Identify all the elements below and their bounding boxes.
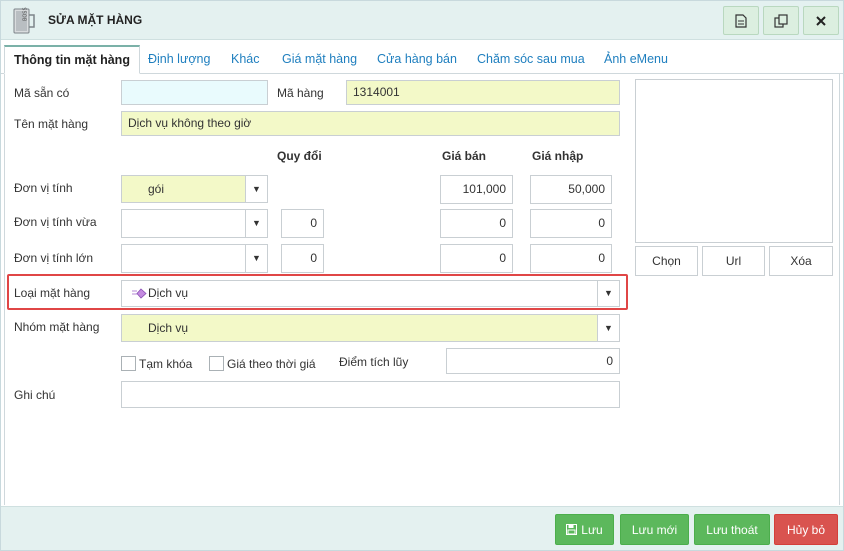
document-icon: [735, 13, 747, 28]
image-url-button[interactable]: Url: [702, 246, 765, 276]
ten-mat-hang-input[interactable]: Dịch vụ không theo giờ: [121, 111, 620, 136]
dialog-title: SỬA MẶT HÀNG: [48, 13, 143, 27]
don-vi-tinh-lon-gia-ban-input[interactable]: 0: [440, 244, 513, 273]
chevron-down-icon[interactable]: ▼: [245, 245, 267, 272]
ma-san-co-input[interactable]: [121, 80, 268, 105]
choose-image-button[interactable]: Chọn: [635, 246, 698, 276]
tab-gia-mat-hang[interactable]: Giá mặt hàng: [282, 45, 357, 74]
gia-ban-header: Giá bán: [442, 149, 487, 163]
nhom-mat-hang-value: Dịch vụ: [148, 321, 189, 335]
don-vi-tinh-vua-gia-ban-input[interactable]: 0: [440, 209, 513, 238]
tam-khoa-label: Tạm khóa: [139, 357, 193, 371]
save-button-label: Lưu: [581, 522, 603, 537]
svg-text:BOSS: BOSS: [23, 7, 29, 21]
chevron-down-icon[interactable]: ▼: [597, 315, 619, 341]
ma-hang-input[interactable]: 1314001: [346, 80, 620, 105]
tab-khac[interactable]: Khác: [231, 45, 260, 74]
product-box-icon: BOSS: [13, 7, 35, 34]
cancel-button[interactable]: Hủy bỏ: [774, 514, 838, 545]
ma-hang-label: Mã hàng: [277, 86, 324, 100]
don-vi-tinh-gia-nhap-input[interactable]: 50,000: [530, 175, 612, 204]
don-vi-tinh-lon-label: Đơn vị tính lớn: [14, 251, 94, 265]
diem-tich-luy-input[interactable]: 0: [446, 348, 620, 374]
don-vi-tinh-vua-quy-doi-input[interactable]: 0: [281, 209, 324, 238]
don-vi-tinh-vua-gia-nhap-input[interactable]: 0: [530, 209, 612, 238]
diem-tich-luy-label: Điểm tích lũy: [339, 355, 409, 369]
tab-bar: Thông tin mặt hàng Định lượng Khác Giá m…: [1, 45, 843, 74]
ghi-chu-label: Ghi chú: [14, 388, 56, 402]
gia-theo-thoi-gia-checkbox[interactable]: [209, 356, 224, 371]
tab-cua-hang-ban[interactable]: Cửa hàng bán: [377, 45, 457, 74]
close-icon: [816, 15, 826, 26]
don-vi-tinh-lon-gia-nhap-input[interactable]: 0: [530, 244, 612, 273]
nhom-mat-hang-label: Nhóm mặt hàng: [14, 320, 100, 334]
gia-nhap-header: Giá nhập: [532, 149, 584, 163]
save-exit-button[interactable]: Lưu thoát: [694, 514, 770, 545]
quy-doi-header: Quy đổi: [277, 149, 322, 163]
service-tag-icon: [132, 288, 147, 299]
gia-theo-thoi-gia-label: Giá theo thời giá: [227, 357, 316, 371]
tab-anh-emenu[interactable]: Ảnh eMenu: [604, 45, 668, 74]
chevron-down-icon[interactable]: ▼: [597, 281, 619, 306]
ghi-chu-input[interactable]: [121, 381, 620, 408]
don-vi-tinh-vua-select[interactable]: ▼: [121, 209, 268, 238]
copy-icon: [774, 13, 788, 28]
nhom-mat-hang-select[interactable]: Dịch vụ ▼: [121, 314, 620, 342]
ten-mat-hang-label: Tên mặt hàng: [14, 117, 89, 131]
save-new-button[interactable]: Lưu mới: [620, 514, 689, 545]
edit-item-dialog: BOSS SỬA MẶT HÀNG Thông tin mặt hàng Địn…: [0, 0, 844, 551]
loai-mat-hang-value: Dịch vụ: [148, 286, 189, 300]
don-vi-tinh-value: gói: [148, 182, 165, 196]
floppy-disk-icon: [566, 524, 578, 535]
tam-khoa-checkbox[interactable]: [121, 356, 136, 371]
loai-mat-hang-label: Loại mặt hàng: [14, 286, 91, 300]
tab-cham-soc-sau-mua[interactable]: Chăm sóc sau mua: [477, 45, 585, 74]
close-button[interactable]: [803, 6, 839, 35]
chevron-down-icon[interactable]: ▼: [245, 210, 267, 237]
chevron-down-icon[interactable]: ▼: [245, 176, 267, 202]
don-vi-tinh-label: Đơn vị tính: [14, 181, 73, 195]
don-vi-tinh-lon-quy-doi-input[interactable]: 0: [281, 244, 324, 273]
don-vi-tinh-vua-label: Đơn vị tính vừa: [14, 215, 97, 229]
ma-san-co-label: Mã sẵn có: [14, 86, 70, 100]
don-vi-tinh-gia-ban-input[interactable]: 101,000: [440, 175, 513, 204]
loai-mat-hang-select[interactable]: Dịch vụ ▼: [121, 280, 620, 307]
dialog-footer: Lưu Lưu mới Lưu thoát Hủy bỏ: [1, 506, 843, 550]
copy-button[interactable]: [763, 6, 799, 35]
item-image-preview: [635, 79, 833, 243]
don-vi-tinh-select[interactable]: gói ▼: [121, 175, 268, 203]
document-button[interactable]: [723, 6, 759, 35]
title-bar: BOSS SỬA MẶT HÀNG: [1, 1, 843, 40]
delete-image-button[interactable]: Xóa: [769, 246, 833, 276]
don-vi-tinh-lon-select[interactable]: ▼: [121, 244, 268, 273]
tab-dinh-luong[interactable]: Định lượng: [148, 45, 210, 74]
save-button[interactable]: Lưu: [555, 514, 614, 545]
tab-thong-tin-mat-hang[interactable]: Thông tin mặt hàng: [4, 45, 140, 74]
